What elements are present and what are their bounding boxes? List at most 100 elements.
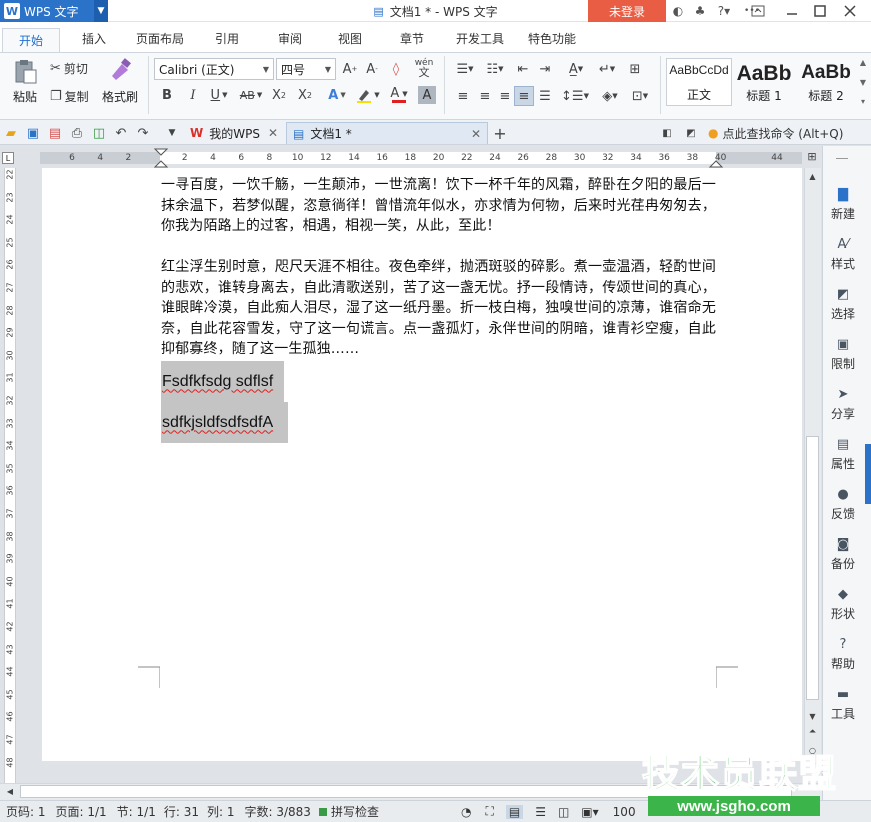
minimize-tab-icon[interactable]: ◩ — [684, 126, 698, 140]
bullet-list-icon[interactable]: ☰ ▼ — [452, 60, 478, 78]
right-indent-marker-icon[interactable] — [709, 148, 723, 170]
format-painter-button[interactable]: 格式刷 — [100, 58, 140, 108]
vertical-scroll-thumb[interactable] — [806, 436, 819, 700]
cut-button[interactable]: ✂ 剪切 — [50, 59, 88, 77]
table-icon[interactable]: ⊞ — [626, 60, 644, 78]
minimize-icon[interactable] — [782, 2, 802, 20]
side-help[interactable]: ? 帮助 — [823, 636, 863, 672]
tab-document[interactable]: ▤ 文档1 * ✕ — [286, 122, 488, 144]
highlight-icon[interactable]: ▼ — [354, 86, 382, 104]
tab-review[interactable]: 审阅 — [278, 27, 302, 49]
chinese-layout-icon[interactable]: A̲ ▼ — [562, 60, 590, 78]
pinyin-guide-icon[interactable]: wén 文 — [412, 58, 436, 79]
export-pdf-icon[interactable]: ▤ — [46, 124, 64, 142]
tab-references[interactable]: 引用 — [215, 27, 239, 49]
prev-page-icon[interactable]: ⏶ — [806, 726, 819, 738]
side-feedback[interactable]: ● 反馈 — [823, 486, 863, 522]
side-share[interactable]: ➤ 分享 — [823, 386, 863, 422]
copy-button[interactable]: ❐ 复制 — [50, 87, 89, 105]
app-menu-button[interactable]: W WPS 文字 ▼ — [0, 0, 108, 22]
tab-my-wps[interactable]: W 我的WPS ✕ — [184, 122, 284, 144]
distributed-align-icon[interactable]: ☰ — [536, 88, 554, 104]
justify-icon[interactable]: ≡ — [514, 86, 534, 106]
undo-icon[interactable]: ↶ — [112, 124, 130, 142]
side-shapes[interactable]: ◆ 形状 — [823, 586, 863, 622]
shrink-font-icon[interactable]: A- — [362, 60, 382, 78]
scroll-left-icon[interactable]: ◀ — [4, 785, 16, 798]
style-heading-2[interactable]: AaBb 标题 2 — [796, 58, 856, 106]
selected-line-1[interactable]: Fsdfkfsdg sdflsf — [161, 361, 284, 402]
side-tools[interactable]: ▬ 工具 — [823, 686, 863, 722]
save-icon[interactable]: ▣ — [24, 124, 42, 142]
align-left-icon[interactable]: ≡ — [454, 88, 472, 104]
side-style[interactable]: A⁄ 样式 — [823, 236, 863, 272]
protect-eye-icon[interactable]: ◔ — [461, 805, 471, 819]
decrease-indent-icon[interactable]: ⇤ — [514, 60, 532, 78]
grow-font-icon[interactable]: A + — [340, 60, 360, 78]
text-effect-icon[interactable]: A ▼ — [324, 86, 350, 104]
style-normal[interactable]: AaBbCcDd 正文 — [666, 58, 732, 106]
side-restrict[interactable]: ▣ 限制 — [823, 336, 863, 372]
paragraph-2[interactable]: 红尘浮生别时意，咫尺天涯不相往。夜色牵绊，抛洒斑驳的碎影。煮一壶温酒，轻酌世间的… — [161, 257, 716, 360]
close-icon[interactable]: ✕ — [268, 126, 278, 140]
align-center-icon[interactable]: ≡ — [476, 88, 494, 104]
side-select[interactable]: ◩ 选择 — [823, 286, 863, 322]
paragraph-shading-icon[interactable]: ◈ ▼ — [596, 88, 624, 104]
tab-view[interactable]: 视图 — [338, 27, 362, 49]
clear-format-icon[interactable]: ◊ — [386, 60, 406, 78]
numbered-list-icon[interactable]: ☷ ▼ — [482, 60, 508, 78]
side-new[interactable]: ▇ 新建 — [823, 186, 863, 222]
chevron-down-icon[interactable]: ▼ — [94, 0, 108, 22]
login-button[interactable]: 未登录 — [588, 0, 666, 22]
paragraph-1[interactable]: 一寻百度，一饮千觞，一生颠沛，一世流离！饮下一杯千年的风霜，醉卧在夕阳的最后一抹… — [161, 175, 716, 237]
print-icon[interactable]: ⎙ — [68, 124, 86, 142]
new-tab-icon[interactable]: + — [490, 122, 510, 144]
font-color-icon[interactable]: A ▼ — [386, 86, 412, 104]
font-size-select[interactable]: 四号 ▼ — [276, 58, 336, 80]
shirt-icon[interactable]: ♣ — [690, 2, 710, 20]
reading-view-icon[interactable]: ▣▾ — [581, 805, 598, 819]
strikethrough-icon[interactable]: AB ▼ — [236, 86, 266, 104]
tab-start[interactable]: 开始 — [2, 28, 60, 52]
outline-view-icon[interactable]: ☰ — [535, 805, 546, 819]
side-panel-handle[interactable] — [836, 158, 848, 159]
page-view-icon[interactable]: ▤ — [505, 804, 524, 819]
indent-marker-icon[interactable] — [154, 148, 168, 170]
status-word-count[interactable]: 字数: 3/883 — [244, 803, 310, 820]
restore-layout-icon[interactable] — [748, 2, 768, 20]
paste-button[interactable]: 粘贴 — [6, 58, 44, 108]
customize-qat-icon[interactable]: ▼ — [164, 124, 180, 142]
superscript-icon[interactable]: X2 — [270, 86, 288, 104]
show-marks-icon[interactable]: ↵ ▼ — [596, 60, 618, 78]
bold-icon[interactable]: B — [158, 86, 176, 104]
open-folder-icon[interactable]: ▰ — [2, 124, 20, 142]
selected-line-2[interactable]: sdfkjsldfsdfsdfA — [161, 402, 288, 443]
help-icon[interactable]: ?▾ — [714, 2, 734, 20]
share-icon[interactable]: ◧ — [660, 126, 674, 140]
command-search[interactable]: ● 点此查找命令 (Alt+Q) — [708, 122, 843, 144]
tab-developer[interactable]: 开发工具 — [456, 27, 504, 49]
web-view-icon[interactable]: ◫ — [558, 805, 569, 819]
scroll-down-icon[interactable]: ▼ — [806, 710, 819, 722]
italic-icon[interactable]: I — [184, 86, 202, 104]
redo-icon[interactable]: ↷ — [134, 124, 152, 142]
maximize-icon[interactable] — [810, 2, 830, 20]
print-preview-icon[interactable]: ◫ — [90, 124, 108, 142]
align-right-icon[interactable]: ≡ — [496, 88, 514, 104]
increase-indent-icon[interactable]: ⇥ — [536, 60, 554, 78]
status-spell-check[interactable]: 拼写检查 — [331, 803, 379, 820]
tab-insert[interactable]: 插入 — [82, 27, 106, 49]
borders-icon[interactable]: ⊡ ▼ — [626, 88, 654, 104]
status-section[interactable]: 节: 1/1 — [117, 803, 156, 820]
status-pages[interactable]: 页面: 1/1 — [56, 803, 107, 820]
underline-icon[interactable]: U ▼ — [206, 86, 232, 104]
line-spacing-icon[interactable]: ↕☰ ▼ — [561, 88, 589, 104]
fullscreen-icon[interactable]: ⛶ — [485, 804, 493, 819]
scroll-up-icon[interactable]: ▲ — [806, 170, 819, 182]
char-shading-icon[interactable]: A — [418, 86, 436, 104]
close-icon[interactable]: ✕ — [471, 127, 481, 141]
status-page-num[interactable]: 页码: 1 — [6, 803, 46, 820]
side-backup[interactable]: ◙ 备份 — [823, 536, 863, 572]
tab-page-layout[interactable]: 页面布局 — [136, 27, 184, 49]
ruler-toggle-icon[interactable]: ⊞ — [804, 148, 820, 164]
